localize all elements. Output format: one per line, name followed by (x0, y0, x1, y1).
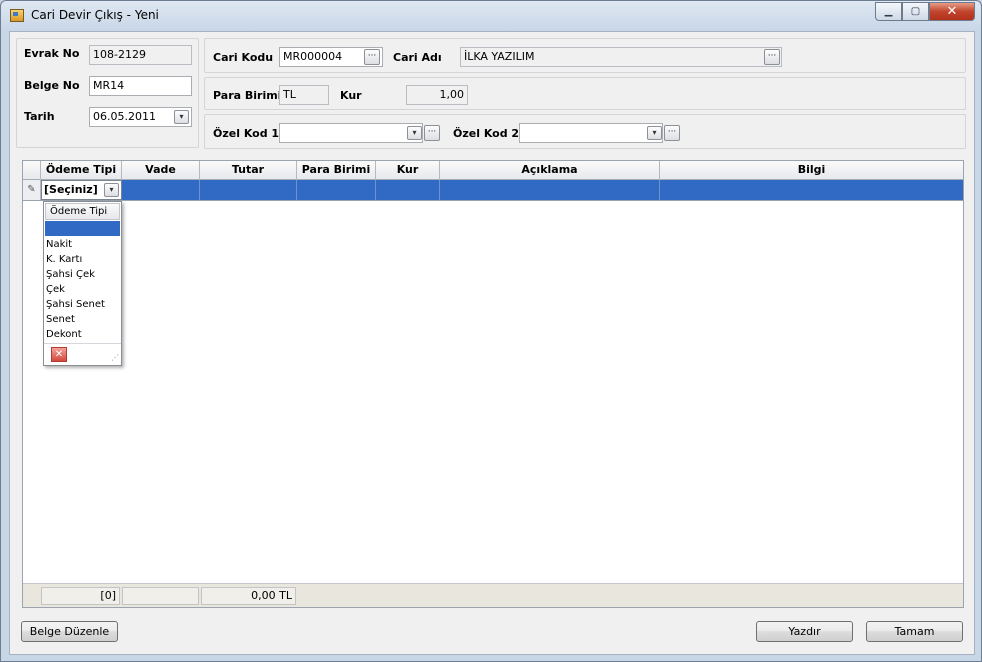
tarih-dropdown-icon[interactable]: ▾ (174, 110, 189, 124)
para-birimi-label: Para Birimi (213, 89, 282, 102)
cell-kur[interactable] (376, 180, 440, 200)
cell-aciklama[interactable] (440, 180, 660, 200)
close-button[interactable]: ✕ (929, 2, 975, 21)
cell-bilgi[interactable] (660, 180, 963, 200)
pencil-icon: ✎ (23, 180, 41, 200)
tamam-button[interactable]: Tamam (866, 621, 963, 642)
column-header-tutar[interactable]: Tutar (200, 161, 297, 180)
row-indicator-header (23, 161, 41, 180)
ozel-kod-1-field[interactable] (279, 123, 423, 143)
currency-group: Para Birimi TL Kur 1,00 (204, 77, 966, 110)
cari-kodu-ellipsis-icon[interactable]: ··· (364, 49, 380, 65)
footer-total: 0,00 TL (201, 587, 296, 605)
special-code-group: Özel Kod 1 ▾ ··· Özel Kod 2 ▾ ··· (204, 114, 966, 149)
belge-duzenle-button[interactable]: Belge Düzenle (21, 621, 118, 642)
para-birimi-field[interactable]: TL (279, 85, 329, 105)
dropdown-item-nakit[interactable]: Nakit (46, 237, 72, 252)
cell-para-birimi[interactable] (297, 180, 376, 200)
dropdown-close-icon[interactable]: ✕ (51, 347, 67, 362)
cari-adi-field[interactable]: İLKA YAZILIM (460, 47, 782, 67)
tarih-value: 06.05.2011 (93, 110, 156, 123)
yazdir-button[interactable]: Yazdır (756, 621, 853, 642)
kur-field[interactable]: 1,00 (406, 85, 468, 105)
payment-grid[interactable]: Ödeme Tipi Vade Tutar Para Birimi Kur Aç… (22, 160, 964, 608)
ozel-kod-2-ellipsis-icon[interactable]: ··· (664, 125, 680, 141)
dropdown-item-cek[interactable]: Çek (46, 282, 65, 297)
dropdown-item-dekont[interactable]: Dekont (46, 327, 82, 342)
column-header-bilgi[interactable]: Bilgi (660, 161, 963, 180)
footer-blank (122, 587, 199, 605)
ozel-kod-1-dropdown-icon[interactable]: ▾ (407, 126, 422, 140)
cell-vade[interactable] (122, 180, 200, 200)
tarih-label: Tarih (24, 110, 55, 123)
evrak-no-label: Evrak No (24, 47, 80, 60)
ozel-kod-2-dropdown-icon[interactable]: ▾ (647, 126, 662, 140)
document-info-group: Evrak No 108-2129 Belge No MR14 Tarih 06… (16, 38, 199, 148)
cari-kodu-label: Cari Kodu (213, 51, 274, 64)
cari-adi-ellipsis-icon[interactable]: ··· (764, 49, 780, 65)
dropdown-list-header: Ödeme Tipi (45, 203, 120, 220)
column-header-vade[interactable]: Vade (122, 161, 200, 180)
grid-footer: [0] 0,00 TL (23, 583, 963, 607)
column-header-kur[interactable]: Kur (376, 161, 440, 180)
dropdown-footer: ✕ ⋰ (44, 343, 121, 365)
cari-adi-label: Cari Adı (393, 51, 442, 64)
column-header-odeme-tipi[interactable]: Ödeme Tipi (41, 161, 122, 180)
dialog-window: Cari Devir Çıkış - Yeni ▁ ▢ ✕ Evrak No 1… (0, 0, 982, 662)
cell-tutar[interactable] (200, 180, 297, 200)
client-area: Evrak No 108-2129 Belge No MR14 Tarih 06… (9, 31, 975, 655)
belge-no-field[interactable]: MR14 (89, 76, 192, 96)
grid-header: Ödeme Tipi Vade Tutar Para Birimi Kur Aç… (23, 161, 963, 180)
cari-group: Cari Kodu MR000004 ··· Cari Adı İLKA YAZ… (204, 38, 966, 73)
dropdown-item-senet[interactable]: Senet (46, 312, 75, 327)
column-header-para-birimi[interactable]: Para Birimi (297, 161, 376, 180)
ozel-kod-2-label: Özel Kod 2 (453, 127, 520, 140)
maximize-button[interactable]: ▢ (902, 2, 929, 21)
odeme-tipi-dropdown-icon[interactable]: ▾ (104, 183, 119, 197)
odeme-tipi-value: [Seçiniz] (44, 183, 98, 196)
kur-label: Kur (340, 89, 362, 102)
ozel-kod-1-ellipsis-icon[interactable]: ··· (424, 125, 440, 141)
belge-no-label: Belge No (24, 79, 80, 92)
dropdown-item-sahsi-cek[interactable]: Şahsi Çek (46, 267, 95, 282)
evrak-no-field[interactable]: 108-2129 (89, 45, 192, 65)
window-title: Cari Devir Çıkış - Yeni (31, 8, 159, 22)
window-controls: ▁ ▢ ✕ (875, 2, 975, 21)
column-header-aciklama[interactable]: Açıklama (440, 161, 660, 180)
odeme-tipi-dropdown-list[interactable]: Ödeme Tipi Nakit K. Kartı Şahsi Çek Çek … (43, 201, 122, 366)
dropdown-item-sahsi-senet[interactable]: Şahsi Senet (46, 297, 105, 312)
app-icon (10, 9, 24, 22)
dropdown-item-k-karti[interactable]: K. Kartı (46, 252, 82, 267)
dropdown-empty-item[interactable] (45, 221, 120, 236)
title-bar[interactable]: Cari Devir Çıkış - Yeni ▁ ▢ ✕ (1, 1, 981, 31)
odeme-tipi-editor[interactable]: [Seçiniz] ▾ (41, 180, 122, 200)
resize-grip-icon[interactable]: ⋰ (111, 353, 119, 362)
footer-count: [0] (41, 587, 120, 605)
minimize-button[interactable]: ▁ (875, 2, 902, 21)
table-row[interactable]: ✎ [Seçiniz] ▾ (23, 180, 963, 201)
ozel-kod-1-label: Özel Kod 1 (213, 127, 280, 140)
ozel-kod-2-field[interactable] (519, 123, 663, 143)
